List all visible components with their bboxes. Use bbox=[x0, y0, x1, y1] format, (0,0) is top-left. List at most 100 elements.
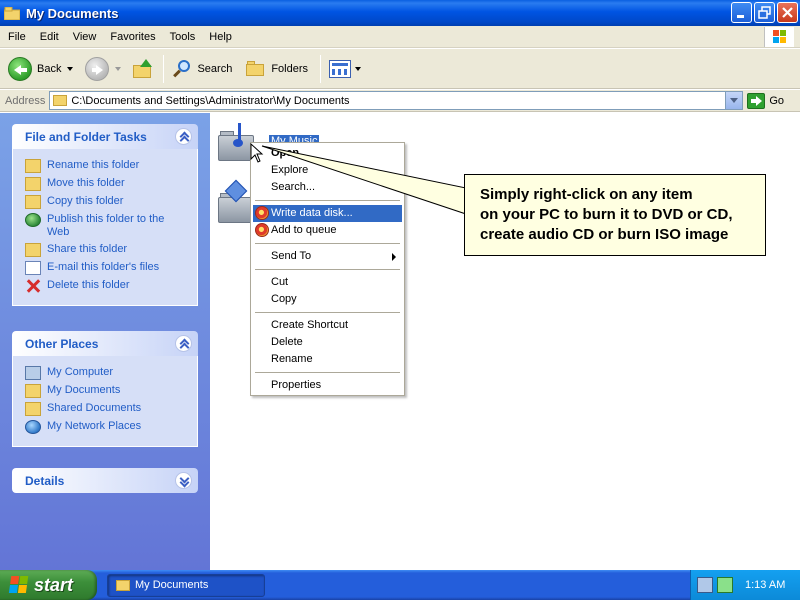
place-label: My Documents bbox=[47, 384, 121, 396]
documents-folder-icon bbox=[25, 384, 41, 398]
menu-view[interactable]: View bbox=[67, 31, 103, 43]
address-bar: Address C:\Documents and Settings\Admini… bbox=[0, 90, 800, 112]
go-button[interactable]: Go bbox=[747, 92, 785, 109]
clock[interactable]: 1:13 AM bbox=[745, 579, 785, 591]
ctx-label: Write data disk... bbox=[271, 207, 353, 219]
views-button[interactable] bbox=[325, 52, 365, 86]
taskbar-item-my-documents[interactable]: My Documents bbox=[107, 573, 265, 597]
menu-favorites[interactable]: Favorites bbox=[104, 31, 161, 43]
address-input[interactable]: C:\Documents and Settings\Administrator\… bbox=[49, 91, 744, 110]
ctx-create-shortcut[interactable]: Create Shortcut bbox=[253, 317, 402, 334]
menu-edit[interactable]: Edit bbox=[34, 31, 65, 43]
address-dropdown-icon[interactable] bbox=[725, 92, 743, 109]
mail-icon bbox=[25, 261, 41, 275]
task-label: Publish this folder to the Web bbox=[47, 213, 165, 238]
ctx-delete[interactable]: Delete bbox=[253, 334, 402, 351]
task-label: E-mail this folder's files bbox=[47, 261, 160, 273]
burn-disc-icon bbox=[255, 223, 269, 237]
windows-flag-icon bbox=[8, 576, 30, 594]
expand-icon[interactable] bbox=[175, 472, 192, 489]
task-share-folder[interactable]: Share this folder bbox=[25, 243, 197, 257]
move-folder-icon bbox=[25, 177, 41, 191]
folders-icon bbox=[246, 60, 266, 77]
task-label: Rename this folder bbox=[47, 159, 140, 171]
ctx-properties[interactable]: Properties bbox=[253, 377, 402, 394]
computer-icon bbox=[25, 366, 41, 380]
task-move-folder[interactable]: Move this folder bbox=[25, 177, 197, 191]
task-delete-folder[interactable]: Delete this folder bbox=[25, 279, 197, 293]
task-label: Share this folder bbox=[47, 243, 128, 255]
title-bar[interactable]: My Documents bbox=[0, 0, 800, 26]
place-network[interactable]: My Network Places bbox=[25, 420, 197, 434]
share-folder-icon bbox=[25, 243, 41, 257]
task-label: Move this folder bbox=[47, 177, 125, 189]
tray-network-icon[interactable] bbox=[697, 577, 713, 593]
close-button[interactable] bbox=[777, 2, 798, 23]
callout-join bbox=[465, 189, 467, 213]
ctx-cut[interactable]: Cut bbox=[253, 274, 402, 291]
panel-header[interactable]: Other Places bbox=[12, 331, 198, 356]
address-value: C:\Documents and Settings\Administrator\… bbox=[71, 94, 350, 107]
system-tray: 1:13 AM bbox=[690, 570, 800, 600]
menu-file[interactable]: File bbox=[2, 31, 32, 43]
menu-bar: File Edit View Favorites Tools Help bbox=[0, 26, 800, 48]
panel-title: File and Folder Tasks bbox=[25, 129, 147, 144]
task-publish-web[interactable]: Publish this folder to the Web bbox=[25, 213, 197, 239]
ctx-copy[interactable]: Copy bbox=[253, 291, 402, 308]
place-label: Shared Documents bbox=[47, 402, 142, 414]
toolbar-separator bbox=[163, 54, 165, 83]
ctx-rename[interactable]: Rename bbox=[253, 351, 402, 368]
tray-app-icon[interactable] bbox=[717, 577, 733, 593]
rename-icon bbox=[25, 159, 41, 173]
menu-help[interactable]: Help bbox=[203, 31, 238, 43]
folder-icon bbox=[53, 95, 68, 106]
ctx-explore[interactable]: Explore bbox=[253, 162, 402, 179]
ctx-send-to[interactable]: Send To bbox=[253, 248, 402, 265]
folder-icon bbox=[116, 579, 130, 591]
folders-label: Folders bbox=[271, 62, 309, 75]
ctx-search[interactable]: Search... bbox=[253, 179, 402, 196]
up-folder-button[interactable] bbox=[129, 52, 159, 86]
search-button[interactable]: Search bbox=[168, 52, 236, 86]
views-icon bbox=[329, 59, 352, 78]
views-dropdown-icon[interactable] bbox=[355, 66, 362, 71]
ctx-write-data-disk[interactable]: Write data disk... bbox=[253, 205, 402, 222]
task-email-files[interactable]: E-mail this folder's files bbox=[25, 261, 197, 275]
start-label: start bbox=[34, 574, 74, 595]
start-button[interactable]: start bbox=[0, 570, 97, 600]
ctx-open[interactable]: Open bbox=[253, 145, 402, 162]
up-folder-icon bbox=[133, 58, 155, 79]
panel-header[interactable]: File and Folder Tasks bbox=[12, 124, 198, 149]
place-shared-documents[interactable]: Shared Documents bbox=[25, 402, 197, 416]
place-label: My Network Places bbox=[47, 420, 142, 432]
task-copy-folder[interactable]: Copy this folder bbox=[25, 195, 197, 209]
menu-separator bbox=[255, 243, 400, 244]
other-places-panel: Other Places My Computer My Documents Sh… bbox=[12, 331, 198, 447]
panel-header[interactable]: Details bbox=[12, 468, 198, 493]
taskbar: start My Documents 1:13 AM bbox=[0, 570, 800, 600]
place-my-documents[interactable]: My Documents bbox=[25, 384, 197, 398]
task-label: Copy this folder bbox=[47, 195, 124, 207]
search-icon bbox=[172, 59, 192, 79]
menu-separator bbox=[255, 200, 400, 201]
place-my-computer[interactable]: My Computer bbox=[25, 366, 197, 380]
back-button[interactable]: Back bbox=[4, 52, 77, 86]
windows-logo-icon bbox=[764, 27, 794, 47]
menu-tools[interactable]: Tools bbox=[164, 31, 202, 43]
forward-dropdown-icon[interactable] bbox=[115, 66, 122, 71]
forward-button[interactable] bbox=[81, 52, 125, 86]
maximize-button[interactable] bbox=[754, 2, 775, 23]
go-label: Go bbox=[769, 94, 785, 107]
task-rename-folder[interactable]: Rename this folder bbox=[25, 159, 197, 173]
toolbar: Back Search Folders bbox=[0, 49, 800, 89]
menu-separator bbox=[255, 372, 400, 373]
collapse-icon[interactable] bbox=[175, 128, 192, 145]
forward-arrow-icon bbox=[85, 56, 110, 81]
folders-button[interactable]: Folders bbox=[242, 52, 312, 86]
collapse-icon[interactable] bbox=[175, 335, 192, 352]
ctx-add-to-queue[interactable]: Add to queue bbox=[253, 222, 402, 239]
globe-icon bbox=[25, 213, 41, 227]
back-label: Back bbox=[37, 62, 62, 75]
minimize-button[interactable] bbox=[731, 2, 752, 23]
back-dropdown-icon[interactable] bbox=[67, 66, 74, 71]
